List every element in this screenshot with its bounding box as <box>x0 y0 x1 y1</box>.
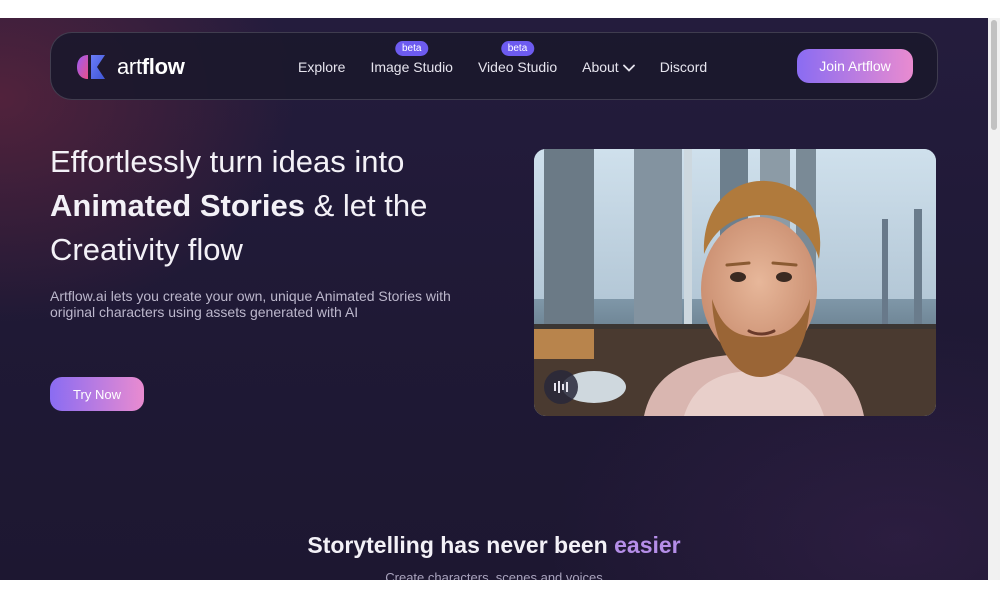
section-heading-accent: easier <box>614 532 681 558</box>
hero-line-2-strong: Animated Stories <box>50 188 305 223</box>
chevron-down-icon <box>622 64 635 73</box>
beta-badge: beta <box>500 41 535 56</box>
hero-line-2-rest: & let the <box>304 188 428 223</box>
hero-line-3: Creativity flow <box>50 232 243 267</box>
logo-wordmark: artflow <box>117 54 185 79</box>
artflow-logo-icon <box>77 55 105 79</box>
section-heading: Storytelling has never been easier <box>307 532 681 558</box>
hero-heading: Effortlessly turn ideas into Animated St… <box>50 140 490 272</box>
video-scene-illustration <box>534 149 936 416</box>
nav-video-studio[interactable]: beta Video Studio <box>478 41 557 75</box>
join-artflow-button[interactable]: Join Artflow <box>797 49 913 83</box>
audio-wave-icon <box>554 381 568 393</box>
scrollbar-thumb[interactable] <box>991 20 997 130</box>
page-scrollbar[interactable] <box>988 18 1000 580</box>
nav-image-studio[interactable]: beta Image Studio <box>370 41 453 75</box>
nav-explore[interactable]: Explore <box>298 59 345 75</box>
nav-about-dropdown[interactable]: About <box>582 59 635 75</box>
artflow-logo[interactable]: artflow <box>75 53 185 81</box>
section-subtitle: Create characters, scenes and voices <box>385 570 603 580</box>
nav-links: Explore beta Image Studio beta Video Stu… <box>298 41 707 75</box>
hero-line-1: Effortlessly turn ideas into <box>50 144 405 179</box>
page-viewport: artflow Explore beta Image Studio beta V… <box>0 18 988 580</box>
beta-badge: beta <box>394 41 429 56</box>
hero-video[interactable] <box>534 149 936 416</box>
top-navbar: artflow Explore beta Image Studio beta V… <box>50 32 938 100</box>
hero-description: Artflow.ai lets you create your own, uni… <box>50 288 451 320</box>
audio-toggle-button[interactable] <box>544 370 578 404</box>
nav-discord[interactable]: Discord <box>660 59 707 75</box>
try-now-button[interactable]: Try Now <box>50 377 144 411</box>
